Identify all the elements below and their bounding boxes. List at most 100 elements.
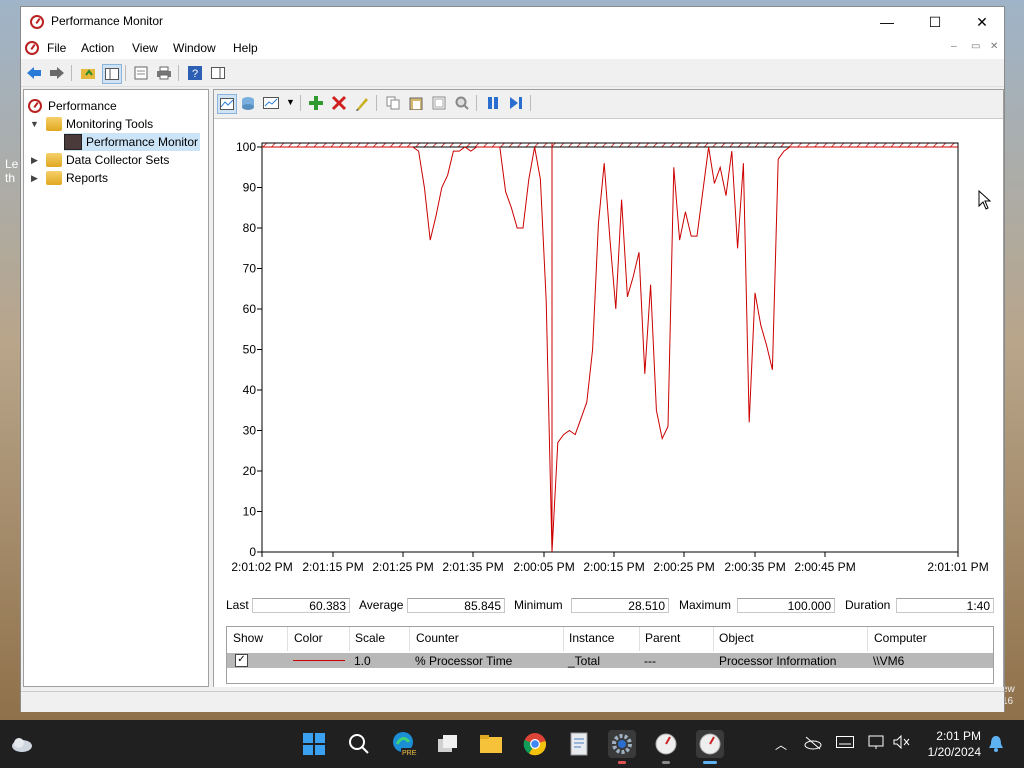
show-hide-tree-icon[interactable]: [102, 64, 122, 84]
column-header-computer[interactable]: Computer: [874, 631, 927, 645]
y-tick-label: 60: [243, 302, 257, 316]
menu-help[interactable]: Help: [233, 41, 258, 55]
perfmon-icon: [28, 99, 42, 113]
x-tick-label: 2:00:05 PM: [513, 560, 574, 574]
navigation-tree: Performance ▼ Monitoring Tools Performan…: [23, 89, 209, 687]
chevron-right-icon[interactable]: ▶: [31, 155, 38, 166]
tree-item-label: Performance Monitor: [86, 135, 199, 149]
x-tick-label: 2:01:15 PM: [302, 560, 363, 574]
y-tick-label: 30: [243, 424, 257, 438]
cell-object: Processor Information: [719, 654, 837, 668]
notification-bell-icon[interactable]: [988, 735, 1004, 756]
column-header-scale[interactable]: Scale: [355, 631, 385, 645]
file-explorer-icon[interactable]: [477, 730, 505, 758]
properties-icon[interactable]: [132, 64, 150, 82]
mdi-minimize-icon[interactable]: –: [951, 41, 957, 52]
show-checkbox[interactable]: ✓: [235, 654, 248, 667]
column-header-instance[interactable]: Instance: [569, 631, 614, 645]
highlight-icon[interactable]: [353, 94, 371, 112]
search-icon[interactable]: [345, 730, 373, 758]
tree-item-data-collector-sets[interactable]: Data Collector Sets: [46, 151, 169, 169]
view-current-activity-icon[interactable]: [217, 94, 237, 114]
column-header-color[interactable]: Color: [294, 631, 323, 645]
column-header-counter[interactable]: Counter: [416, 631, 459, 645]
weather-widget-icon[interactable]: [8, 730, 36, 758]
freeze-display-icon[interactable]: [484, 94, 502, 112]
graph-properties-icon[interactable]: [430, 94, 448, 112]
last-label: Last: [226, 598, 249, 612]
clock[interactable]: 2:01 PM 1/20/2024: [925, 728, 981, 760]
task-view-icon[interactable]: [434, 730, 462, 758]
mmc-menu-icon[interactable]: [25, 41, 39, 55]
pre-badge-text: PRE: [402, 750, 417, 757]
desktop-text-line: th: [5, 171, 16, 185]
change-graph-type-icon[interactable]: [262, 94, 280, 112]
delete-counter-icon[interactable]: [330, 94, 348, 112]
paste-counter-list-icon[interactable]: [407, 94, 425, 112]
perfmon-active-taskbar-icon[interactable]: [696, 730, 724, 758]
update-data-icon[interactable]: [507, 94, 525, 112]
mdi-restore-icon[interactable]: ▭: [971, 41, 980, 52]
menu-action[interactable]: Action: [81, 41, 114, 55]
close-button[interactable]: ✕: [959, 7, 1005, 37]
perfmon-taskbar-icon[interactable]: [652, 730, 680, 758]
tree-item-performance-monitor[interactable]: Performance Monitor: [64, 133, 201, 151]
folder-icon: [46, 171, 62, 185]
tree-item-performance[interactable]: Performance: [28, 97, 117, 115]
status-bar: [21, 691, 1004, 712]
column-header-parent[interactable]: Parent: [645, 631, 680, 645]
menu-file[interactable]: File: [47, 41, 66, 55]
show-hide-action-pane-icon[interactable]: [209, 64, 227, 82]
volume-muted-icon[interactable]: [893, 734, 911, 752]
print-icon[interactable]: [155, 64, 173, 82]
clock-date: 1/20/2024: [927, 745, 981, 759]
x-tick-label: 2:01:02 PM: [231, 560, 292, 574]
x-tick-label: 2:01:25 PM: [372, 560, 433, 574]
y-tick-label: 40: [243, 383, 257, 397]
onedrive-off-icon[interactable]: [804, 736, 822, 753]
cell-parent: ---: [644, 654, 656, 668]
x-tick-label: 2:00:35 PM: [724, 560, 785, 574]
minimize-button[interactable]: —: [864, 7, 910, 37]
x-tick-label: 2:00:15 PM: [583, 560, 644, 574]
network-icon[interactable]: [868, 735, 886, 752]
back-icon[interactable]: [25, 64, 43, 82]
maximum-value: 100.000: [737, 598, 835, 613]
top-hatch-band: [261, 142, 959, 148]
chevron-right-icon[interactable]: ▶: [31, 173, 38, 184]
menu-bar: File Action View Window Help – ▭ ✕: [21, 37, 1004, 59]
color-swatch: [293, 660, 345, 661]
keyboard-icon[interactable]: [836, 736, 854, 751]
running-indicator: [618, 761, 626, 764]
chevron-down-icon[interactable]: ▼: [30, 119, 39, 129]
menu-view[interactable]: View: [132, 41, 158, 55]
column-header-show[interactable]: Show: [233, 631, 263, 645]
tree-item-monitoring-tools[interactable]: Monitoring Tools: [46, 115, 153, 133]
last-value: 60.383: [252, 598, 350, 613]
notepad-icon[interactable]: [565, 730, 593, 758]
edge-beta-icon[interactable]: PRE: [390, 730, 418, 758]
up-folder-icon[interactable]: [79, 64, 97, 82]
maximize-button[interactable]: ☐: [912, 7, 958, 37]
y-tick-label: 10: [243, 505, 257, 519]
column-header-object[interactable]: Object: [719, 631, 754, 645]
x-tick-label: 2:01:01 PM: [927, 560, 988, 574]
mdi-close-icon[interactable]: ✕: [990, 41, 998, 52]
view-log-data-icon[interactable]: [239, 94, 257, 112]
chevron-down-icon[interactable]: ▼: [286, 97, 295, 107]
chrome-icon[interactable]: [521, 730, 549, 758]
copy-properties-icon[interactable]: [384, 94, 402, 112]
tree-item-label: Performance: [48, 99, 117, 113]
settings-icon[interactable]: [608, 730, 636, 758]
forward-icon[interactable]: [48, 64, 66, 82]
title-bar[interactable]: Performance Monitor — ☐ ✕: [21, 7, 1004, 37]
zoom-icon[interactable]: [453, 94, 471, 112]
add-counter-icon[interactable]: [307, 94, 325, 112]
tray-chevron-up-icon[interactable]: ︿: [775, 736, 787, 753]
tree-item-reports[interactable]: Reports: [46, 169, 108, 187]
x-tick-label: 2:01:35 PM: [442, 560, 503, 574]
help-icon[interactable]: ?: [186, 64, 204, 82]
performance-line-chart[interactable]: 0 10 20 30 40 50 60 70 80 90 100 2:01:02 PM 2:01:15 …: [214, 119, 1003, 589]
menu-window[interactable]: Window: [173, 41, 216, 55]
start-icon[interactable]: [300, 730, 328, 758]
